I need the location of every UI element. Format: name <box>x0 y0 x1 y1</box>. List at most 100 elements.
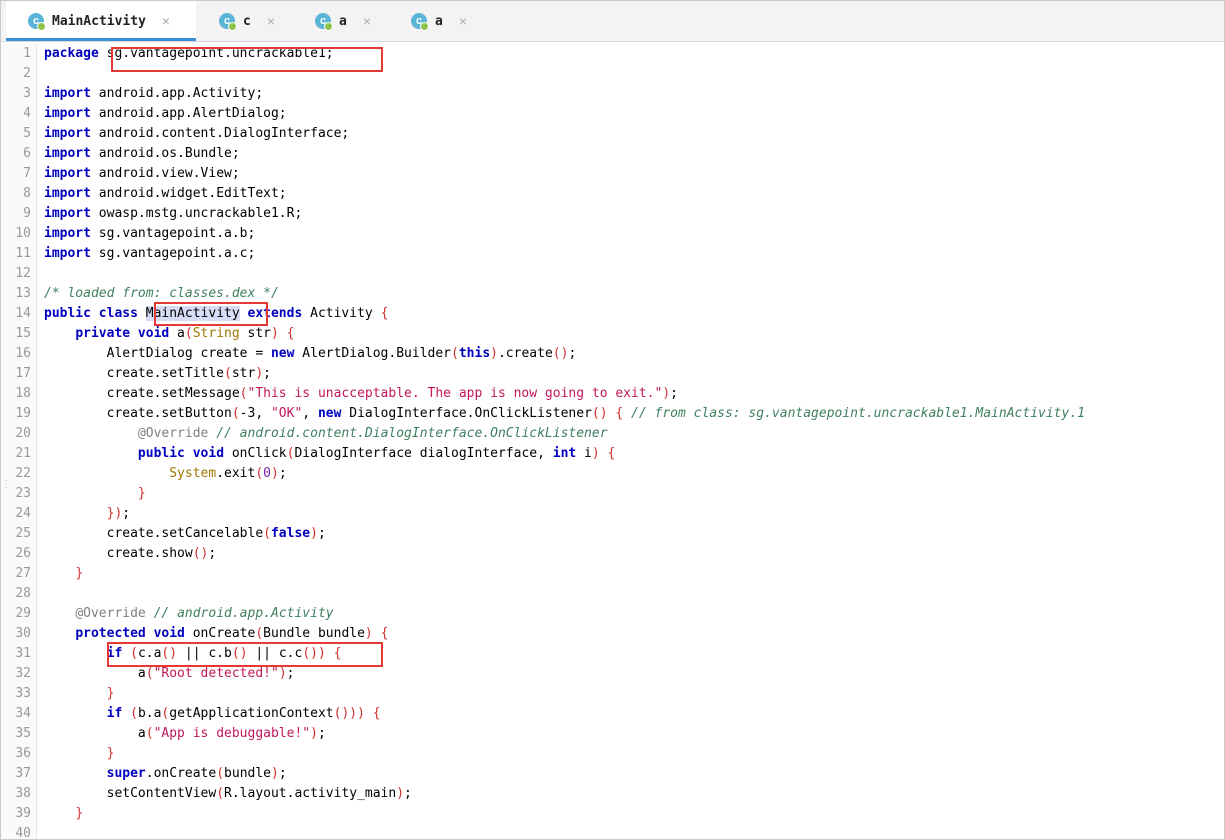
code-line[interactable]: 40 <box>1 824 1224 839</box>
code-text: }); <box>106 506 131 521</box>
code-line[interactable]: 19 create.setButton(-3, "OK", new Dialog… <box>1 404 1224 424</box>
code-line[interactable]: 36 } <box>1 744 1224 764</box>
class-icon: c <box>219 13 237 31</box>
code-text: public class MainActivity extends Activi… <box>44 306 389 321</box>
code-line[interactable]: 21 public void onClick(DialogInterface d… <box>1 444 1224 464</box>
line-number: 6 <box>23 146 31 161</box>
line-number: 37 <box>15 766 31 781</box>
line-number: 9 <box>23 206 31 221</box>
code-line[interactable]: 11 import sg.vantagepoint.a.c; <box>1 244 1224 264</box>
tab-label: a <box>435 13 443 29</box>
code-text: super.onCreate(bundle); <box>106 766 287 781</box>
close-icon[interactable]: × <box>363 13 371 29</box>
code-line[interactable]: 2 <box>1 64 1224 84</box>
code-editor[interactable]: ⋮ 1package sg.vantagepoint.uncrackable1;… <box>1 44 1224 839</box>
line-number: 27 <box>15 566 31 581</box>
close-icon[interactable]: × <box>459 13 467 29</box>
code-text: private void a(String str) { <box>75 326 295 341</box>
code-line[interactable]: 16 AlertDialog create = new AlertDialog.… <box>1 344 1224 364</box>
tab-a[interactable]: c a × <box>293 1 388 41</box>
code-line[interactable]: 7 import android.view.View; <box>1 164 1224 184</box>
class-icon: c <box>28 13 46 31</box>
line-number: 31 <box>15 646 31 661</box>
code-line[interactable]: 30 protected void onCreate(Bundle bundle… <box>1 624 1224 644</box>
code-line[interactable]: 35 a("App is debuggable!"); <box>1 724 1224 744</box>
code-text: a("App is debuggable!"); <box>44 726 326 741</box>
tab-a-2[interactable]: c a × <box>389 1 484 41</box>
code-text: if (c.a() || c.b() || c.c()) { <box>106 646 342 661</box>
code-line[interactable]: 20 @Override // android.content.DialogIn… <box>1 424 1224 444</box>
code-line[interactable]: 27 } <box>1 564 1224 584</box>
line-number: 33 <box>15 686 31 701</box>
tab-label: a <box>339 13 347 29</box>
line-number: 39 <box>15 806 31 821</box>
code-line[interactable]: 23 } <box>1 484 1224 504</box>
code-line[interactable]: 29 @Override // android.app.Activity <box>1 604 1224 624</box>
code-line[interactable]: 38 setContentView(R.layout.activity_main… <box>1 784 1224 804</box>
line-number: 30 <box>15 626 31 641</box>
code-line[interactable]: 14 public class MainActivity extends Acti… <box>1 304 1224 324</box>
line-number: 11 <box>15 246 31 261</box>
line-number: 3 <box>23 86 31 101</box>
code-line[interactable]: 3 import android.app.Activity; <box>1 84 1224 104</box>
code-line[interactable]: 8 import android.widget.EditText; <box>1 184 1224 204</box>
line-number: 8 <box>23 186 31 201</box>
code-line[interactable]: 15 private void a(String str) { <box>1 324 1224 344</box>
line-number: 26 <box>15 546 31 561</box>
line-number: 7 <box>23 166 31 181</box>
line-number: 35 <box>15 726 31 741</box>
code-line[interactable]: 22 System.exit(0); <box>1 464 1224 484</box>
line-number: 36 <box>15 746 31 761</box>
code-text: import android.app.Activity; <box>44 86 264 101</box>
line-number: 14 <box>15 306 31 321</box>
line-number: 28 <box>15 586 31 601</box>
code-text: } <box>106 746 115 761</box>
code-line[interactable]: 1 package sg.vantagepoint.uncrackable1; <box>1 44 1224 64</box>
code-line[interactable]: 33 } <box>1 684 1224 704</box>
code-line[interactable]: 25 create.setCancelable(false); <box>1 524 1224 544</box>
line-number: 24 <box>15 506 31 521</box>
code-text: create.setCancelable(false); <box>44 526 326 541</box>
code-text: setContentView(R.layout.activity_main); <box>44 786 412 801</box>
code-line[interactable]: 10 import sg.vantagepoint.a.b; <box>1 224 1224 244</box>
code-line[interactable]: 26 create.show(); <box>1 544 1224 564</box>
close-icon[interactable]: × <box>267 13 275 29</box>
code-line[interactable]: 31 if (c.a() || c.b() || c.c()) { <box>1 644 1224 664</box>
code-line[interactable]: 17 create.setTitle(str); <box>1 364 1224 384</box>
editor-tab-bar: c MainActivity × c c × c a × c a × <box>1 1 1224 42</box>
line-number: 5 <box>23 126 31 141</box>
line-number: 16 <box>15 346 31 361</box>
tab-c[interactable]: c c × <box>197 1 292 41</box>
class-icon: c <box>411 13 429 31</box>
code-line[interactable]: 28 <box>1 584 1224 604</box>
class-icon: c <box>315 13 333 31</box>
code-text: import android.view.View; <box>44 166 240 181</box>
code-text: import sg.vantagepoint.a.b; <box>44 226 256 241</box>
line-number: 29 <box>15 606 31 621</box>
tab-mainactivity[interactable]: c MainActivity × <box>6 1 196 41</box>
line-number: 1 <box>23 46 31 61</box>
code-line[interactable]: 32 a("Root detected!"); <box>1 664 1224 684</box>
code-text: create.setTitle(str); <box>44 366 271 381</box>
code-line[interactable]: 34 if (b.a(getApplicationContext())) { <box>1 704 1224 724</box>
code-line[interactable]: 39 } <box>1 804 1224 824</box>
line-number: 10 <box>15 226 31 241</box>
code-line[interactable]: 24 }); <box>1 504 1224 524</box>
code-line[interactable]: 13 /* loaded from: classes.dex */ <box>1 284 1224 304</box>
code-line[interactable]: 37 super.onCreate(bundle); <box>1 764 1224 784</box>
code-line[interactable]: 18 create.setMessage("This is unacceptab… <box>1 384 1224 404</box>
code-text: System.exit(0); <box>169 466 287 481</box>
line-number: 32 <box>15 666 31 681</box>
code-text: import android.widget.EditText; <box>44 186 287 201</box>
code-line[interactable]: 5 import android.content.DialogInterface; <box>1 124 1224 144</box>
code-line[interactable]: 12 <box>1 264 1224 284</box>
line-number: 21 <box>15 446 31 461</box>
line-number: 25 <box>15 526 31 541</box>
code-line[interactable]: 6 import android.os.Bundle; <box>1 144 1224 164</box>
code-line[interactable]: 9 import owasp.mstg.uncrackable1.R; <box>1 204 1224 224</box>
tab-label: c <box>243 13 251 29</box>
line-number: 4 <box>23 106 31 121</box>
code-line[interactable]: 4 import android.app.AlertDialog; <box>1 104 1224 124</box>
close-icon[interactable]: × <box>162 13 170 29</box>
line-number: 13 <box>15 286 31 301</box>
